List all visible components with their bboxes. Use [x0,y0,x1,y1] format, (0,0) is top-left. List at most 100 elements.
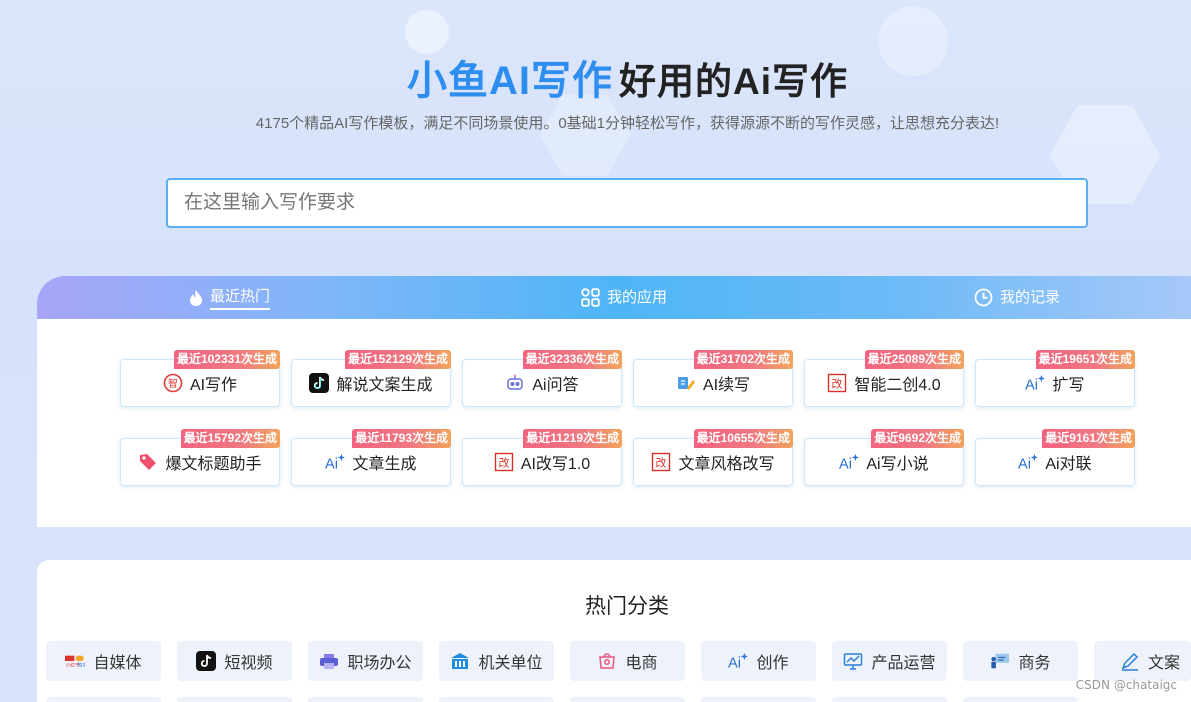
category-row2-tile[interactable] [46,697,161,702]
zhi-icon: 智 [163,373,183,393]
search-input[interactable] [166,178,1088,228]
category-self-media[interactable]: 小红书知乎 自媒体 [46,641,161,681]
category-label: 短视频 [224,655,273,672]
category-row2-tile[interactable] [570,697,685,702]
ai-sparkle-icon: Ai [728,651,749,671]
card-label: 爆文标题助手 [165,456,262,473]
card-label: AI续写 [702,377,751,394]
svg-text:改: 改 [832,377,843,391]
tool-card-narration-copy[interactable]: 最近152129次生成 解说文案生成 [291,350,451,407]
ai-sparkle-icon: Ai [325,452,346,472]
rewrite-icon: 改 [494,452,514,472]
category-short-video[interactable]: 短视频 [177,641,292,681]
svg-text:Ai: Ai [325,456,338,472]
category-business[interactable]: 商务 [963,641,1078,681]
usage-badge: 最近32336次生成 [522,350,622,369]
category-label: 产品运营 [871,655,936,672]
svg-text:Ai: Ai [839,456,852,472]
tool-card-style-rewrite[interactable]: 最近10655次生成 改 文章风格改写 [633,429,793,486]
tiktok-icon [309,373,330,393]
card-label: 扩写 [1052,377,1085,394]
watermark: CSDN @chataigc [1075,678,1177,692]
hero-title: 小鱼AI写作 好用的Ai写作 [0,48,1191,106]
tool-card-ai-couplet[interactable]: 最近9161次生成 Ai Ai对联 [975,429,1135,486]
usage-badge: 最近11219次生成 [523,429,622,448]
category-row2-tile[interactable] [308,697,423,702]
usage-badge: 最近11793次生成 [352,429,451,448]
tool-card-expand[interactable]: 最近19651次生成 Ai 扩写 [975,350,1135,407]
pen-icon [676,373,696,393]
tab-label: 我的记录 [1000,289,1061,306]
category-label: 商务 [1018,655,1051,672]
category-creation[interactable]: Ai 创作 [701,641,816,681]
card-label: Ai写小说 [866,456,929,473]
usage-badge: 最近31702次生成 [693,350,793,369]
building-icon [450,651,470,671]
rewrite-icon: 改 [827,373,847,393]
usage-badge: 最近15792次生成 [180,429,280,448]
tab-my-records[interactable]: 我的记录 [974,286,1060,309]
card-label: 文章风格改写 [678,456,775,473]
usage-badge: 最近9692次生成 [871,429,964,448]
tool-card-ai-qa[interactable]: 最近32336次生成 Ai问答 [462,350,622,407]
category-row2-tile[interactable] [963,697,1078,702]
tool-card-ai-novel[interactable]: 最近9692次生成 Ai Ai写小说 [804,429,964,486]
printer-icon [319,651,339,671]
usage-badge: 最近19651次生成 [1035,350,1135,369]
category-copywriting[interactable]: 文案 [1094,641,1191,681]
category-label: 职场办公 [347,655,412,672]
clock-icon [974,288,993,307]
ai-sparkle-icon: Ai [839,452,860,472]
usage-badge: 最近25089次生成 [864,350,964,369]
tab-label: 最近热门 [210,285,271,310]
categories-panel: 热门分类 小红书知乎 自媒体 短视频 职场办公 机关单位 电商 Ai 创作 [37,560,1191,702]
category-label: 机关单位 [478,655,543,672]
tool-card-smart-recreate[interactable]: 最近25089次生成 改 智能二创4.0 [804,350,964,407]
usage-badge: 最近152129次生成 [344,350,451,369]
svg-text:知乎: 知乎 [78,661,85,668]
tool-card-ai-rewrite[interactable]: 最近11219次生成 改 AI改写1.0 [462,429,622,486]
svg-text:Ai: Ai [1025,377,1038,393]
apps-grid-icon [581,288,600,307]
svg-text:Ai: Ai [728,655,741,671]
category-row2-tile[interactable] [832,697,947,702]
category-government[interactable]: 机关单位 [439,641,554,681]
card-label: AI改写1.0 [520,456,591,473]
ai-sparkle-icon: Ai [1018,452,1039,472]
tool-card-title-helper[interactable]: 最近15792次生成 爆文标题助手 [120,429,280,486]
hot-panel: 最近热门 我的应用 我的记录 最近102331次生成 智 AI写作 最近1521… [37,276,1191,527]
svg-text:智: 智 [168,377,178,390]
brand-name: 小鱼AI写作 [407,59,613,103]
usage-badge: 最近10655次生成 [693,429,793,448]
card-label: Ai问答 [532,377,579,394]
usage-badge: 最近9161次生成 [1042,429,1135,448]
tool-card-article-gen[interactable]: 最近11793次生成 Ai 文章生成 [291,429,451,486]
pen-edit-icon [1120,651,1140,671]
category-product-ops[interactable]: 产品运营 [832,641,947,681]
tool-card-ai-writing[interactable]: 最近102331次生成 智 AI写作 [120,350,280,407]
tab-recent-hot[interactable]: 最近热门 [189,285,271,310]
category-row2-tile[interactable] [177,697,292,702]
category-row2-tile[interactable] [439,697,554,702]
category-office[interactable]: 职场办公 [308,641,423,681]
slogan: 好用的Ai写作 [619,61,848,102]
ai-sparkle-icon: Ai [1025,373,1046,393]
presentation-icon [990,651,1010,671]
tab-bar: 最近热门 我的应用 我的记录 [37,276,1191,319]
category-label: 创作 [756,655,789,672]
tool-card-ai-continue[interactable]: 最近31702次生成 AI续写 [633,350,793,407]
rewrite-icon: 改 [651,452,671,472]
category-label: 电商 [625,655,658,672]
flame-icon [189,289,203,307]
tab-my-apps[interactable]: 我的应用 [581,286,667,309]
media-logos-icon: 小红书知乎 [65,651,85,671]
card-label: Ai对联 [1045,456,1092,473]
card-label: 智能二创4.0 [854,377,941,394]
category-row2-tile[interactable] [701,697,816,702]
category-ecommerce[interactable]: 电商 [570,641,685,681]
card-label: AI写作 [189,377,238,394]
svg-text:改: 改 [656,456,667,470]
robot-icon [505,373,525,393]
svg-text:改: 改 [498,456,509,470]
svg-text:Ai: Ai [1018,456,1031,472]
